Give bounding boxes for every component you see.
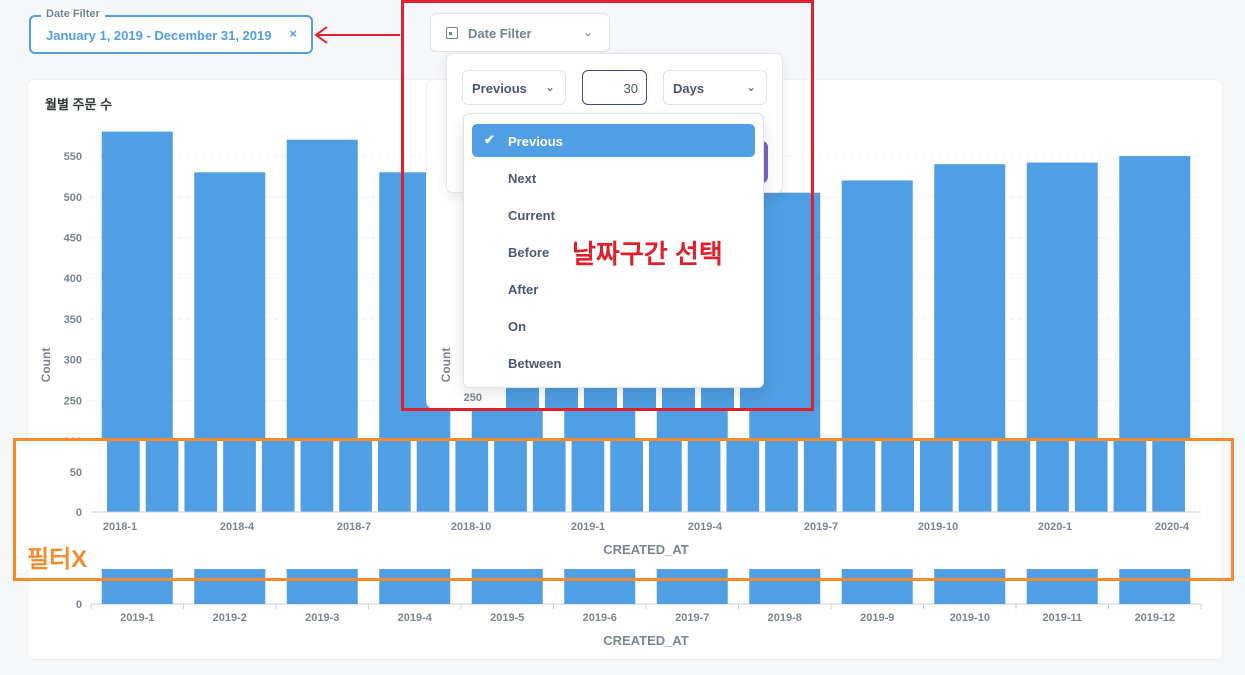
page: 월별 주문 수 05010015020025030035040045050055… (0, 0, 1245, 675)
orange-annotation-box (13, 438, 1234, 581)
orange-annotation-text: 필터X (27, 546, 88, 573)
